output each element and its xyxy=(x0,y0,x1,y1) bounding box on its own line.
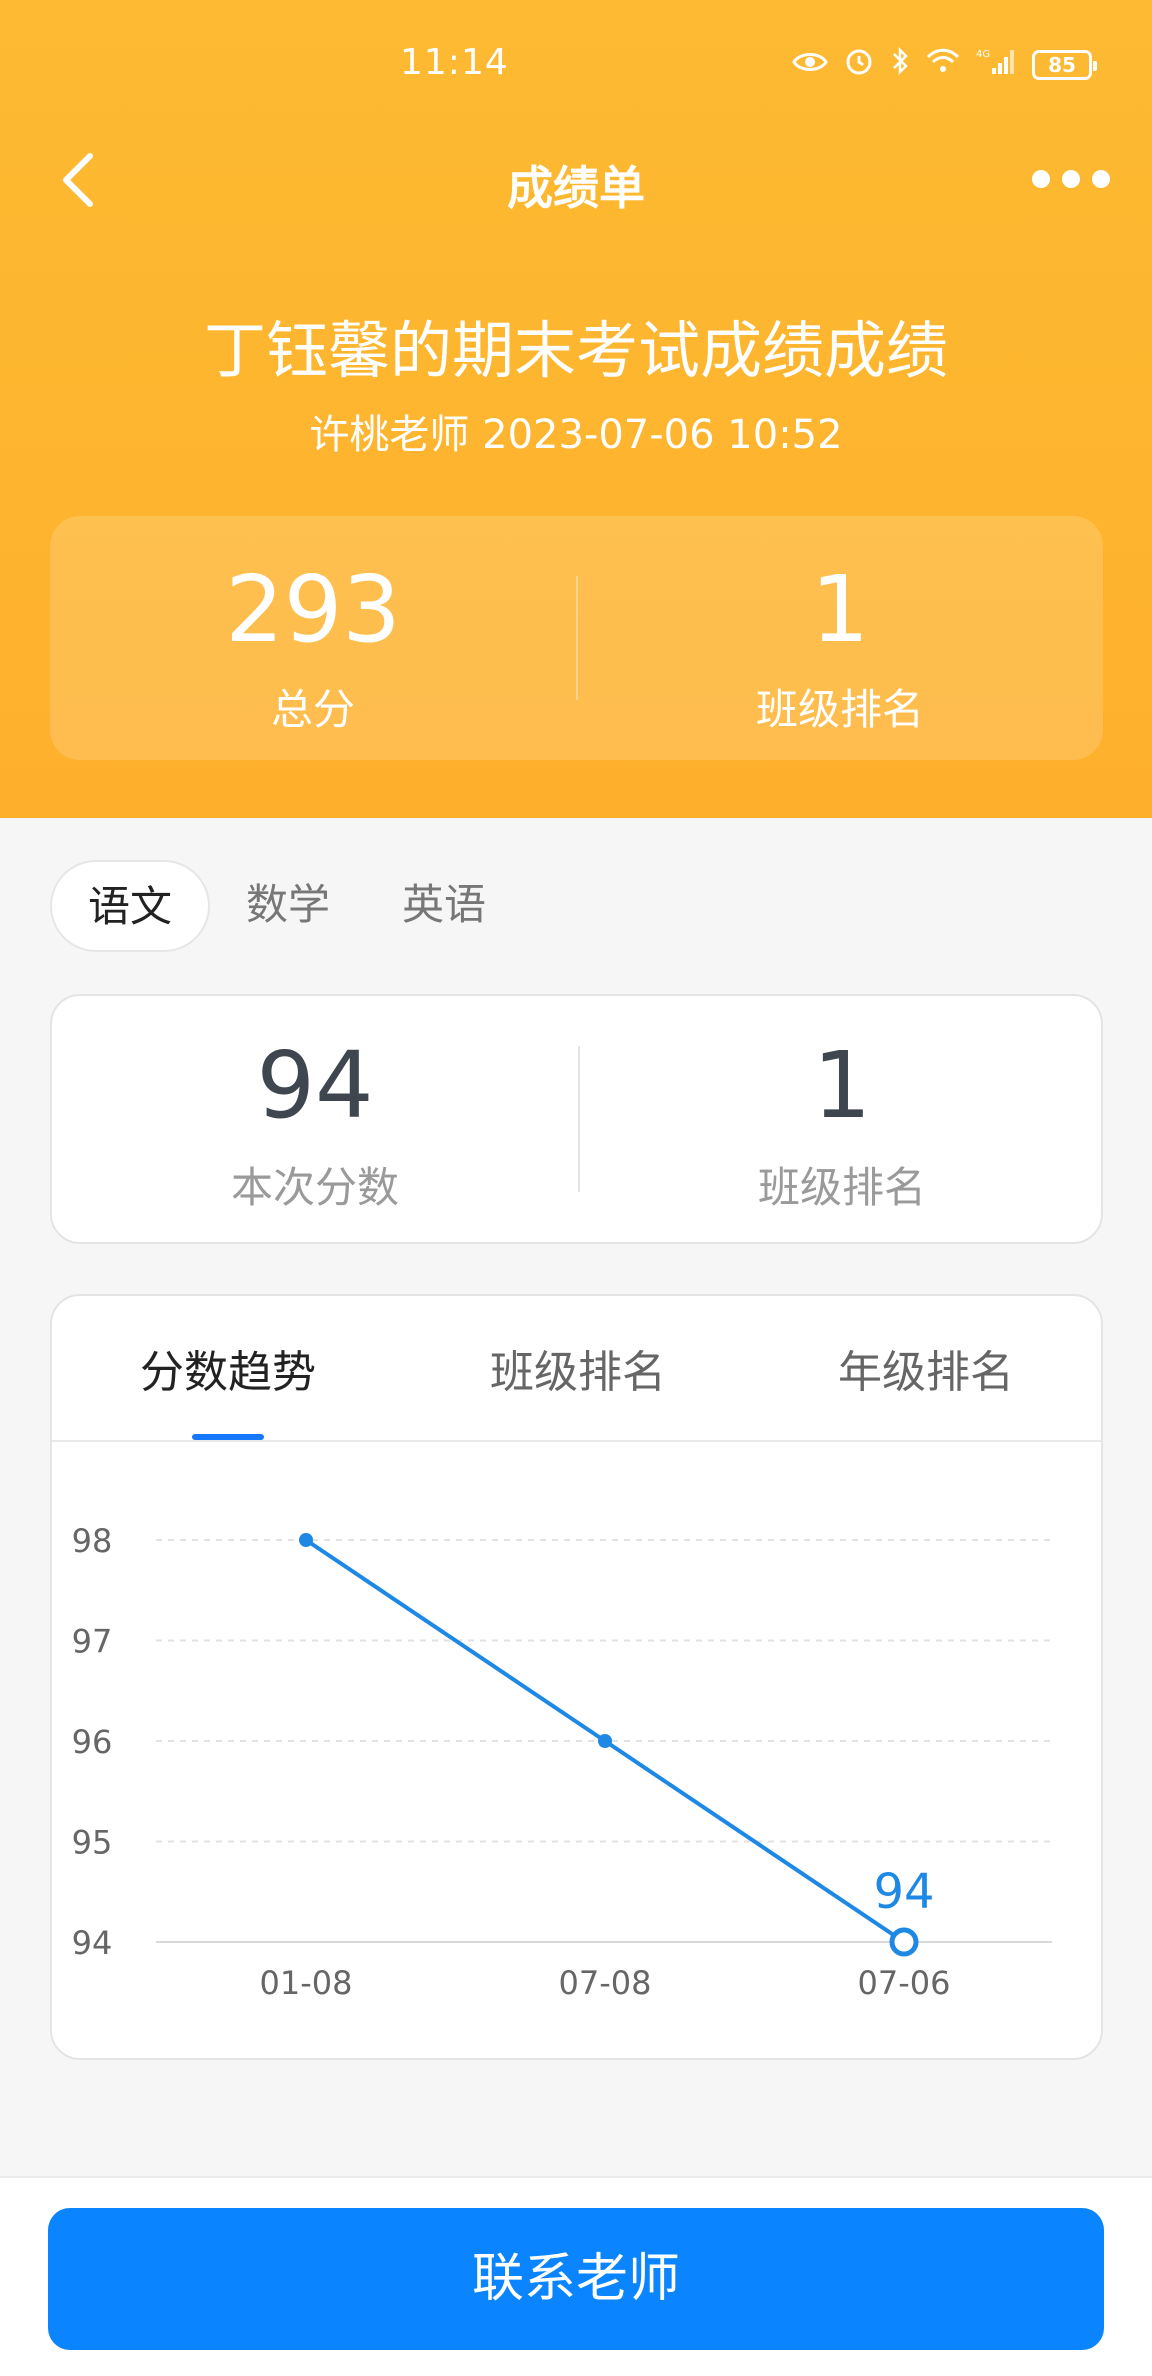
subject-score-card: 94 本次分数 1 班级排名 xyxy=(50,994,1103,1244)
more-options-icon[interactable] xyxy=(1032,170,1110,188)
subject-tabs: 语文 数学 英语 xyxy=(50,860,522,952)
contact-teacher-button[interactable]: 联系老师 xyxy=(48,2208,1104,2350)
subject-tab-english[interactable]: 英语 xyxy=(366,860,522,952)
data-point xyxy=(598,1734,612,1748)
subject-score-value: 94 xyxy=(256,1032,374,1139)
report-subtitle: 许桃老师 2023-07-06 10:52 xyxy=(309,412,843,458)
x-tick-label: 07-06 xyxy=(858,1964,951,2002)
subject-rank-label: 班级排名 xyxy=(757,1163,926,1212)
bottom-bar: 联系老师 xyxy=(0,2176,1152,2376)
chart-tabs: 分数趋势 班级排名 年级排名 xyxy=(52,1296,1101,1442)
subject-tab-math[interactable]: 数学 xyxy=(210,860,366,952)
header: 11:14 4G 85 成绩单 丁钰馨的期末考试成绩成绩 许桃老师 2023-0… xyxy=(0,0,1152,818)
subject-tab-chinese[interactable]: 语文 xyxy=(50,860,211,952)
summary-card: 293 总分 1 班级排名 xyxy=(50,516,1103,760)
data-point-highlight xyxy=(889,1927,919,1957)
total-score-block: 293 总分 xyxy=(50,516,576,760)
status-icons: 4G 85 xyxy=(792,46,1097,83)
y-tick-label: 96 xyxy=(72,1723,113,1761)
status-time: 11:14 xyxy=(400,42,509,83)
eye-icon xyxy=(792,48,828,81)
alarm-icon xyxy=(844,46,874,83)
status-bar: 11:14 4G 85 xyxy=(0,0,1152,120)
class-rank-block: 1 班级排名 xyxy=(577,516,1103,760)
signal-icon: 4G xyxy=(976,46,1016,83)
data-label: 94 xyxy=(873,1864,934,1920)
y-tick-label: 94 xyxy=(72,1924,113,1962)
navbar: 成绩单 xyxy=(0,132,1152,232)
y-tick-label: 98 xyxy=(72,1522,113,1560)
bluetooth-icon xyxy=(890,46,910,83)
network-type-label: 4G xyxy=(976,49,990,60)
class-rank-label: 班级排名 xyxy=(755,685,924,734)
total-score-label: 总分 xyxy=(270,685,355,734)
subject-score-block: 94 本次分数 xyxy=(52,996,578,1246)
wifi-icon xyxy=(926,47,960,82)
score-trend-chart: 94 95 96 97 98 01-08 07-08 07-06 94 xyxy=(72,1522,1052,2002)
subject-rank-block: 1 班级排名 xyxy=(579,996,1105,1246)
tab-grade-rank[interactable]: 年级排名 xyxy=(776,1336,1076,1400)
class-rank-value: 1 xyxy=(810,556,870,663)
tab-class-rank[interactable]: 班级排名 xyxy=(428,1336,728,1400)
score-report-page: 11:14 4G 85 成绩单 丁钰馨的期末考试成绩成绩 许桃老师 2023-0… xyxy=(0,0,1152,2376)
data-point xyxy=(299,1533,313,1547)
subject-rank-value: 1 xyxy=(812,1032,872,1139)
active-tab-indicator xyxy=(192,1434,264,1440)
y-tick-label: 97 xyxy=(72,1623,113,1661)
total-score-value: 293 xyxy=(225,556,401,663)
subject-score-label: 本次分数 xyxy=(230,1163,399,1212)
x-tick-label: 01-08 xyxy=(260,1964,353,2002)
page-title: 成绩单 xyxy=(507,161,645,215)
x-tick-label: 07-08 xyxy=(559,1964,652,2002)
tab-score-trend[interactable]: 分数趋势 xyxy=(78,1336,378,1400)
y-tick-label: 95 xyxy=(72,1824,113,1862)
battery-level: 85 xyxy=(1048,52,1076,77)
trend-chart-card: 分数趋势 班级排名 年级排名 94 95 96 97 98 01-08 07-08 07-06… xyxy=(50,1294,1103,2060)
report-title: 丁钰馨的期末考试成绩成绩 xyxy=(203,314,948,387)
battery-icon: 85 xyxy=(1032,49,1097,80)
